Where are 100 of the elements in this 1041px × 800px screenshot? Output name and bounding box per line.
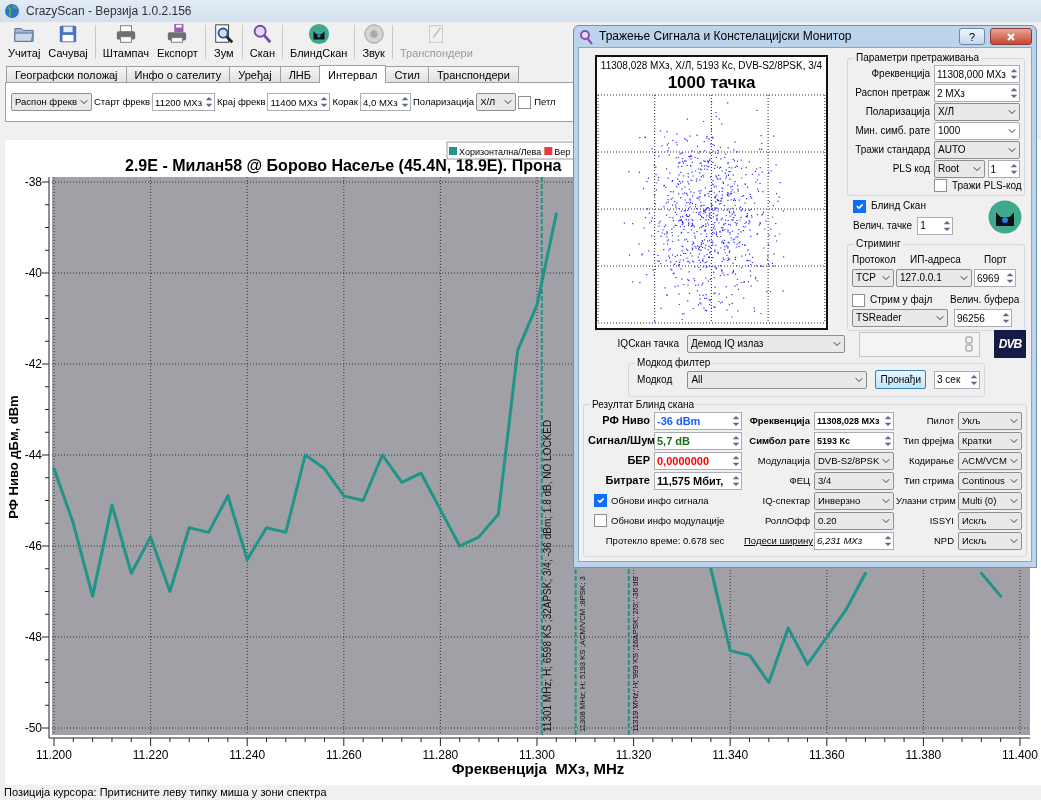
toolbar-button[interactable]: БлиндСкан: [286, 23, 352, 61]
magnifier-icon: [212, 23, 235, 45]
constellation-caption: 11308,028 МХз, Х/Л, 5193 Кс, DVB-S2/8PSK, 3/4: [600, 60, 823, 72]
dropdown[interactable]: All: [687, 370, 868, 389]
checkbox[interactable]: [594, 494, 607, 508]
field-label: Мин. симб. рате: [854, 125, 930, 137]
tick-label: -48: [24, 630, 42, 644]
field-label: ISSYI: [928, 514, 954, 527]
field-label: Велич. тачке: [853, 219, 913, 232]
checkbox-label: Обнови инфо модулације: [611, 514, 725, 527]
checkbox[interactable]: [852, 293, 865, 307]
dropdown[interactable]: Multi (0): [958, 491, 1022, 510]
field-label: Кодирање: [907, 454, 954, 467]
field-label: Крај фрекв: [217, 96, 266, 108]
dropdown[interactable]: TSReader: [852, 309, 948, 327]
field-label: Фреквенција: [870, 68, 930, 80]
field-label: Корак: [332, 96, 359, 108]
dropdown[interactable]: Кратки: [958, 431, 1022, 450]
elapsed-time: Протекло време: 0.678 sec: [605, 534, 725, 547]
dropdown[interactable]: Демод IQ излаз: [687, 335, 845, 353]
window-title: CrazyScan - Верзија 1.0.2.156: [26, 3, 192, 19]
dropdown[interactable]: Continous: [958, 471, 1022, 490]
marker-label: 11301 MHz; H; 6598 KS ;32APSK; 3/4; -36 dBm; 1.8 dB, NO LOCKED: [541, 419, 553, 732]
tick-label: 11.400: [1002, 748, 1038, 762]
dropdown[interactable]: 1000: [934, 122, 1020, 140]
dropdown[interactable]: Искљ: [958, 511, 1022, 530]
toolbar-button[interactable]: Зум: [208, 23, 239, 61]
checkbox[interactable]: [594, 514, 607, 528]
toolbar-button[interactable]: Експорт: [153, 23, 202, 61]
field-label: Битрате: [604, 474, 650, 488]
help-button[interactable]: ?: [959, 28, 985, 45]
tab[interactable]: Интервал: [319, 65, 387, 83]
dropdown[interactable]: Root: [934, 160, 985, 178]
field-label: Пилот: [925, 414, 954, 427]
tick-label: -44: [24, 448, 42, 462]
chart-title: 2.9E - Милан58 @ Борово Насеље (45.4N, 18.9E). Прона: [125, 156, 562, 174]
close-button[interactable]: [990, 28, 1032, 45]
magnifier-icon: [251, 23, 274, 45]
field-label: Тражи стандард: [854, 144, 930, 156]
checkbox[interactable]: [934, 179, 947, 192]
field-label: Велич. буфера: [950, 294, 1020, 306]
dropdown[interactable]: Х/Л: [934, 103, 1020, 121]
close-icon: [1006, 31, 1016, 42]
dropdown[interactable]: 3/4: [814, 471, 894, 490]
tick-label: 11.300: [519, 748, 555, 762]
dropdown[interactable]: Распон фрекв: [11, 93, 92, 111]
dropdown[interactable]: Инверзно: [814, 491, 894, 510]
dropdown[interactable]: 0.20: [814, 511, 894, 530]
dropdown[interactable]: 127.0.0.1: [896, 269, 972, 287]
tick-label: 11.200: [36, 748, 72, 762]
checkbox-label: Обнови инфо сигнала: [611, 494, 709, 507]
dropdown[interactable]: DVB-S2/8PSK: [814, 451, 894, 470]
dropdown[interactable]: Укљ: [958, 411, 1022, 430]
dropdown[interactable]: Искљ: [958, 531, 1022, 550]
printer-icon: [114, 23, 137, 45]
toolbar-button[interactable]: Скан: [245, 23, 280, 61]
group-title: Резултат Блинд скана: [591, 398, 696, 411]
legend-label: Вер: [554, 147, 571, 157]
field-label: ИП-адреса: [910, 254, 962, 266]
axis-title: Фреквенција МХз, MHz: [451, 760, 625, 777]
tab[interactable]: Инфо о сателиту: [125, 66, 231, 82]
toolbar-button[interactable]: Сачувај: [44, 23, 92, 61]
link[interactable]: Подеси ширину: [744, 534, 813, 546]
field-label: Старт фрекв: [94, 96, 151, 108]
group-title: Стриминг: [855, 238, 902, 250]
field-label: IQСкан тачка: [617, 338, 679, 350]
dropdown[interactable]: Х/Л: [476, 93, 517, 111]
speaker-icon: [362, 23, 385, 45]
tab[interactable]: Транспондери: [427, 66, 519, 82]
tick-label: 11.340: [712, 748, 749, 762]
tick-label: 11.320: [615, 748, 652, 762]
tab[interactable]: ЛНБ: [279, 66, 321, 82]
tick-label: 11.220: [132, 748, 169, 762]
tab[interactable]: Географски положај: [6, 66, 127, 82]
tab[interactable]: Уређај: [229, 66, 281, 82]
toolbar-button[interactable]: Звук: [358, 23, 389, 61]
field-label: Симбол рате: [748, 434, 810, 447]
constellation-heading: 1000 тачка: [667, 72, 756, 94]
find-button[interactable]: Пронађи: [875, 370, 926, 389]
toolbar-button[interactable]: Учитај: [4, 23, 45, 61]
field-label: IQ-спектар: [761, 494, 810, 507]
dropdown[interactable]: AUTO: [934, 141, 1020, 159]
dropdown[interactable]: ACM/VCM: [958, 451, 1022, 470]
field-label: NPD: [932, 534, 954, 547]
field-label: Модкод: [637, 373, 674, 386]
field-label: Распон претраж: [854, 87, 930, 99]
checkbox[interactable]: [518, 95, 532, 109]
checkbox[interactable]: [853, 199, 866, 213]
field-label: ФЕЦ: [788, 474, 810, 487]
tick-label: -50: [24, 721, 42, 735]
tab[interactable]: Стил: [385, 66, 429, 82]
magnifier-icon: [578, 28, 594, 45]
toolbar-button[interactable]: Штампач: [98, 23, 154, 61]
tick-label: -40: [24, 266, 42, 280]
tick-label: 11.360: [808, 748, 845, 762]
checkbox-label: Блинд Скан: [871, 200, 926, 212]
checkbox-label: Тражи PLS-код: [952, 179, 1022, 192]
indicator-icon: [965, 336, 973, 352]
dropdown[interactable]: TCP: [852, 269, 894, 287]
field-label: Протокол: [852, 254, 897, 266]
